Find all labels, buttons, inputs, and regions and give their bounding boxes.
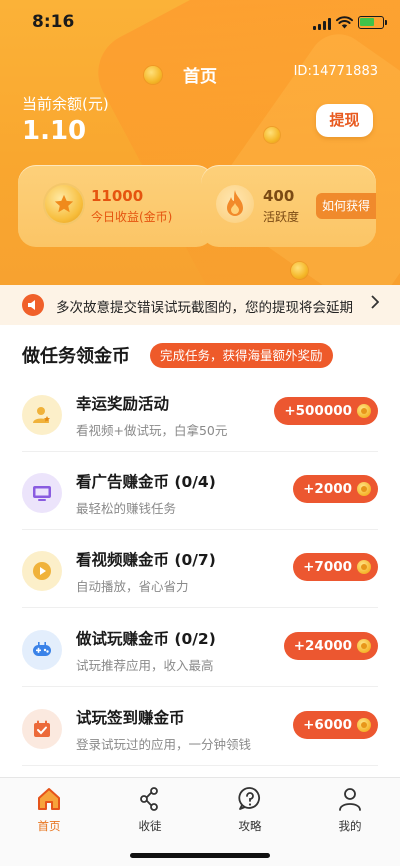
calendar-check-icon bbox=[22, 709, 62, 749]
task-title: 幸运奖励活动 bbox=[76, 395, 170, 413]
reward-button[interactable]: +6000 bbox=[293, 711, 378, 739]
signal-icon bbox=[313, 18, 331, 30]
star-coin-icon bbox=[45, 185, 83, 223]
help-icon bbox=[238, 787, 260, 810]
withdraw-button[interactable]: 提现 bbox=[316, 104, 373, 137]
notice-bar[interactable]: 多次故意提交错误试玩截图的，您的提现将会延期 bbox=[0, 285, 400, 325]
home-icon bbox=[38, 788, 60, 810]
reward-amount: +500000 bbox=[284, 403, 352, 419]
reward-amount: +24000 bbox=[293, 638, 352, 654]
section-title: 做任务领金币 bbox=[22, 346, 130, 367]
user-star-icon bbox=[22, 395, 62, 435]
tab-guide[interactable]: 攻略 bbox=[220, 786, 280, 834]
task-desc: 登录试玩过的应用，一分钟领钱 bbox=[76, 737, 252, 752]
user-id: ID:14771883 bbox=[293, 64, 378, 79]
flame-icon bbox=[216, 185, 254, 223]
reward-button[interactable]: +7000 bbox=[293, 553, 378, 581]
reward-button[interactable]: +2000 bbox=[293, 475, 378, 503]
reward-amount: +7000 bbox=[303, 559, 352, 575]
coin-icon bbox=[357, 404, 371, 418]
wifi-icon bbox=[336, 16, 353, 29]
tab-label: 我的 bbox=[338, 819, 362, 833]
share-icon bbox=[140, 787, 158, 811]
header-banner: 8:16 首页 ID:14771883 当前余额(元) 1.10 提现 1100… bbox=[0, 0, 400, 285]
task-desc: 最轻松的赚钱任务 bbox=[76, 501, 177, 516]
task-item[interactable]: 看广告赚金币 (0/4) 最轻松的赚钱任务 +2000 bbox=[0, 452, 400, 530]
section-badge: 完成任务，获得海量额外奖励 bbox=[150, 343, 333, 368]
play-icon bbox=[22, 551, 62, 591]
task-title: 试玩签到赚金币 bbox=[76, 709, 185, 727]
coin-icon bbox=[357, 482, 371, 496]
coin-icon bbox=[357, 718, 371, 732]
tab-profile[interactable]: 我的 bbox=[320, 786, 380, 834]
reward-amount: +2000 bbox=[303, 481, 352, 497]
divider bbox=[22, 607, 378, 608]
task-desc: 看视频+做试玩，白拿50元 bbox=[76, 423, 228, 438]
tab-label: 收徒 bbox=[138, 819, 162, 833]
task-item[interactable]: 看视频赚金币 (0/7) 自动播放，省心省力 +7000 bbox=[0, 530, 400, 608]
tab-label: 攻略 bbox=[238, 819, 262, 833]
chevron-right-icon bbox=[371, 295, 380, 313]
battery-icon bbox=[358, 16, 387, 29]
task-desc: 自动播放，省心省力 bbox=[76, 579, 189, 594]
balance-value: 1.10 bbox=[22, 116, 87, 146]
speaker-icon bbox=[22, 294, 44, 316]
decorative-coin-icon bbox=[291, 262, 308, 279]
status-time: 8:16 bbox=[32, 12, 75, 32]
task-title: 看视频赚金币 (0/7) bbox=[76, 551, 216, 569]
activity-value: 400 bbox=[263, 187, 295, 205]
reward-button[interactable]: +500000 bbox=[274, 397, 378, 425]
today-coins-card[interactable]: 11000 今日收益(金币) bbox=[18, 165, 214, 247]
monitor-icon bbox=[22, 473, 62, 513]
divider bbox=[22, 765, 378, 766]
task-title: 看广告赚金币 (0/4) bbox=[76, 473, 216, 491]
how-to-earn-button[interactable]: 如何获得 bbox=[316, 193, 376, 219]
gamepad-icon bbox=[22, 630, 62, 670]
tab-recruit[interactable]: 收徒 bbox=[120, 786, 180, 834]
task-item[interactable]: 做试玩赚金币 (0/2) 试玩推荐应用，收入最高 +24000 bbox=[0, 609, 400, 687]
activity-label: 活跃度 bbox=[263, 210, 300, 224]
user-icon bbox=[339, 788, 361, 811]
task-item[interactable]: 幸运奖励活动 看视频+做试玩，白拿50元 +500000 bbox=[0, 374, 400, 452]
divider bbox=[22, 686, 378, 687]
task-title: 做试玩赚金币 (0/2) bbox=[76, 630, 216, 648]
task-item[interactable]: 试玩签到赚金币 登录试玩过的应用，一分钟领钱 +6000 bbox=[0, 688, 400, 766]
task-desc: 试玩推荐应用，收入最高 bbox=[76, 658, 214, 673]
decorative-coin-icon bbox=[264, 127, 280, 143]
home-indicator bbox=[130, 853, 270, 858]
balance-label: 当前余额(元) bbox=[22, 95, 109, 113]
coin-icon bbox=[357, 560, 371, 574]
notice-text: 多次故意提交错误试玩截图的，您的提现将会延期 bbox=[56, 300, 353, 316]
status-bar: 8:16 bbox=[0, 0, 400, 46]
today-coins-value: 11000 bbox=[91, 187, 144, 205]
reward-amount: +6000 bbox=[303, 717, 352, 733]
coin-icon bbox=[357, 639, 371, 653]
tab-label: 首页 bbox=[37, 819, 61, 833]
activity-card[interactable]: 400 活跃度 如何获得 bbox=[201, 165, 376, 247]
tab-home[interactable]: 首页 bbox=[19, 786, 79, 834]
reward-button[interactable]: +24000 bbox=[283, 632, 378, 660]
today-coins-label: 今日收益(金币) bbox=[91, 210, 173, 224]
